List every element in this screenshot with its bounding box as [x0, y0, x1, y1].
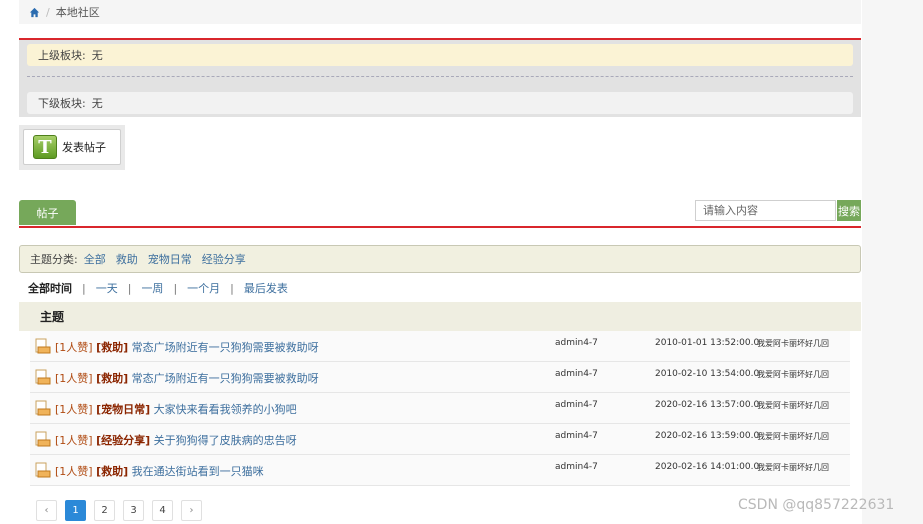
thread-time: 2020-02-16 13:59:00.0 — [655, 431, 760, 441]
like-count: [1人赞] — [55, 341, 93, 354]
block-info-panel: 上级板块: 无 下级板块: 无 — [19, 38, 861, 117]
thread-category[interactable]: [救助] — [96, 465, 128, 478]
thread-category[interactable]: [救助] — [96, 372, 128, 385]
thread-author[interactable]: admin4-7 — [555, 431, 598, 441]
time-filter-separator: | — [230, 281, 234, 295]
thread-title[interactable]: 我在通达街站看到一只猫咪 — [132, 465, 264, 478]
thread-last-reply: 我爱阿卡丽坏好几回 — [757, 401, 829, 410]
thread-title[interactable]: 常态广场附近有一只狗狗需要被救助呀 — [132, 372, 319, 385]
time-filter-last-post[interactable]: 最后发表 — [244, 280, 288, 296]
thread-last-reply: 我爱阿卡丽坏好几回 — [757, 432, 829, 441]
folder-doc-icon — [35, 462, 51, 478]
right-gray-panel — [862, 0, 923, 524]
time-filter-separator: | — [173, 281, 178, 295]
tab-posts[interactable]: 帖子 — [19, 200, 76, 225]
folder-doc-icon — [35, 338, 51, 354]
category-pet-daily[interactable]: 宠物日常 — [148, 251, 192, 267]
table-row: [1人赞] [救助] 常态广场附近有一只狗狗需要被救助呀 admin4-7 20… — [30, 362, 850, 393]
child-block-row: 下级板块: 无 — [27, 92, 853, 114]
breadcrumb-separator: / — [46, 5, 50, 19]
time-filter-bar: 全部时间 | 一天 | 一周 | 一个月 | 最后发表 — [19, 278, 861, 298]
thread-title[interactable]: 大家快来看看我领养的小狗吧 — [154, 403, 297, 416]
category-filter-bar: 主题分类: 全部 救助 宠物日常 经验分享 — [19, 245, 861, 273]
category-experience[interactable]: 经验分享 — [202, 251, 246, 267]
like-count: [1人赞] — [55, 403, 93, 416]
tab-bar: 帖子 搜索 — [19, 197, 861, 228]
time-filter-day[interactable]: 一天 — [96, 280, 118, 296]
parent-block-row: 上级板块: 无 — [27, 44, 853, 66]
post-button-frame: T 发表帖子 — [19, 125, 125, 170]
parent-block-label: 上级板块: — [38, 49, 86, 62]
table-row: [1人赞] [经验分享] 关于狗狗得了皮肤病的忠告呀 admin4-7 2020… — [30, 424, 850, 455]
folder-doc-icon — [35, 369, 51, 385]
thread-title[interactable]: 关于狗狗得了皮肤病的忠告呀 — [154, 434, 297, 447]
category-rescue[interactable]: 救助 — [116, 251, 138, 267]
next-page-button[interactable]: › — [181, 500, 202, 521]
thread-list: [1人赞] [救助] 常态广场附近有一只狗狗需要被救助呀 admin4-7 20… — [30, 331, 850, 486]
block-divider — [27, 76, 853, 77]
breadcrumb: / 本地社区 — [19, 0, 861, 24]
category-all[interactable]: 全部 — [84, 251, 106, 267]
new-post-label: 发表帖子 — [62, 141, 106, 154]
page-3-button[interactable]: 3 — [123, 500, 144, 521]
search-input[interactable] — [695, 200, 836, 221]
thread-last-reply: 我爱阿卡丽坏好几回 — [757, 339, 829, 348]
child-block-value: 无 — [91, 97, 103, 110]
pagination: ‹ 1 2 3 4 › — [36, 500, 210, 521]
time-filter-month[interactable]: 一个月 — [187, 280, 220, 296]
new-post-button[interactable]: T 发表帖子 — [23, 129, 121, 165]
table-header: 主题 — [19, 302, 861, 331]
thread-author[interactable]: admin4-7 — [555, 462, 598, 472]
table-row: [1人赞] [救助] 常态广场附近有一只狗狗需要被救助呀 admin4-7 20… — [30, 331, 850, 362]
thread-time: 2020-02-16 14:01:00.0 — [655, 462, 760, 472]
time-filter-week[interactable]: 一周 — [141, 280, 163, 296]
page-4-button[interactable]: 4 — [152, 500, 173, 521]
like-count: [1人赞] — [55, 434, 93, 447]
thread-title[interactable]: 常态广场附近有一只狗狗需要被救助呀 — [132, 341, 319, 354]
thread-category[interactable]: [宠物日常] — [96, 403, 150, 416]
watermark-text: CSDN @qq857222631 — [738, 497, 895, 513]
prev-page-button[interactable]: ‹ — [36, 500, 57, 521]
home-icon[interactable] — [29, 7, 40, 18]
thread-author[interactable]: admin4-7 — [555, 400, 598, 410]
thread-last-reply: 我爱阿卡丽坏好几回 — [757, 463, 829, 472]
time-filter-all[interactable]: 全部时间 — [28, 280, 72, 296]
thread-time: 2010-02-10 13:54:00.0 — [655, 369, 760, 379]
thread-author[interactable]: admin4-7 — [555, 338, 598, 348]
child-block-label: 下级板块: — [38, 97, 86, 110]
category-label: 主题分类: — [30, 253, 78, 266]
page-1-button[interactable]: 1 — [65, 500, 86, 521]
page-2-button[interactable]: 2 — [94, 500, 115, 521]
time-filter-separator: | — [82, 281, 86, 295]
time-filter-separator: | — [127, 281, 132, 295]
search-button[interactable]: 搜索 — [837, 200, 861, 221]
folder-doc-icon — [35, 400, 51, 416]
table-row: [1人赞] [救助] 我在通达街站看到一只猫咪 admin4-7 2020-02… — [30, 455, 850, 486]
table-row: [1人赞] [宠物日常] 大家快来看看我领养的小狗吧 admin4-7 2020… — [30, 393, 850, 424]
thread-time: 2020-02-16 13:57:00.0 — [655, 400, 760, 410]
thread-category[interactable]: [经验分享] — [96, 434, 150, 447]
parent-block-value: 无 — [91, 49, 103, 62]
thread-author[interactable]: admin4-7 — [555, 369, 598, 379]
thread-time: 2010-01-01 13:52:00.0 — [655, 338, 760, 348]
breadcrumb-current: 本地社区 — [55, 6, 100, 19]
text-t-icon: T — [33, 135, 57, 159]
folder-doc-icon — [35, 431, 51, 447]
like-count: [1人赞] — [55, 465, 93, 478]
thread-last-reply: 我爱阿卡丽坏好几回 — [757, 370, 829, 379]
thread-category[interactable]: [救助] — [96, 341, 128, 354]
like-count: [1人赞] — [55, 372, 93, 385]
